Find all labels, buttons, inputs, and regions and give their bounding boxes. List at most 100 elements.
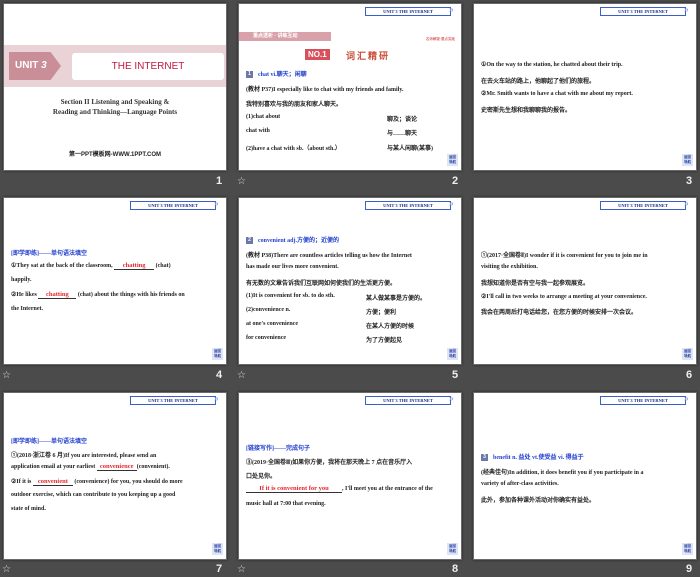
text-line: has made our lives more convenient. (246, 264, 339, 270)
phrase-meaning: 聊及；谈论 (387, 117, 418, 123)
section-bar-right: 名师解疑·要点突破 (425, 37, 455, 41)
back-to-nav-button[interactable]: 返回 导航 (682, 154, 693, 166)
phrase-meaning: 与……聊天 (387, 131, 418, 137)
exercise-line: music hall at 7:00 that evening. (246, 501, 326, 507)
answer-blank: convenient (32, 478, 73, 486)
number-badge: 1 (246, 71, 253, 79)
slide-thumbnail-5[interactable]: UNIT 3 THE INTERNET» 2 convenient adj.方便的… (238, 197, 462, 365)
section-bar: 重点透析 · 讲练互动 (239, 32, 331, 41)
word-entry: 3 benefit n. 益处 vt.使受益 vi. 得益于 (481, 452, 689, 462)
exercise-line: If it is convenient for you, I'll meet y… (246, 485, 454, 493)
back-to-nav-button[interactable]: 返回 导航 (447, 348, 458, 360)
text-line: 此外，参加各种课外活动对你确实有益处。 (481, 498, 596, 504)
slide-thumbnail-2[interactable]: UNIT 3 THE INTERNET» 重点透析 · 讲练互动 名师解疑·要点… (238, 3, 462, 171)
back-to-nav-button[interactable]: 返回 导航 (447, 543, 458, 555)
chevron-icon: » (214, 394, 219, 403)
exercise-line: ②He likes chatting (chat) about the thin… (11, 291, 185, 299)
slide-thumbnail-3[interactable]: UNIT 3 THE INTERNET» ①On the way to the … (473, 3, 697, 171)
back-to-nav-button[interactable]: 返回 导航 (212, 348, 223, 360)
word-entry: 2 convenient adj.方便的；近便的 (246, 235, 454, 245)
back-to-nav-button[interactable]: 返回 导航 (447, 154, 458, 166)
slide-number: 4 (216, 369, 223, 381)
unit-header-tag: UNIT 3 THE INTERNET (600, 396, 686, 405)
title-box: THE INTERNET (72, 53, 224, 80)
word-entry: 1 chat vi.聊天；闲聊 (246, 69, 454, 79)
footer-text: 第一PPT模板网-WWW.1PPT.COM (69, 152, 161, 158)
exercise-line: ②If it is convenient (convenience) for y… (11, 478, 183, 486)
text-line: 我特别喜欢与我的朋友和家人聊天。 (246, 102, 343, 108)
slide-number: 8 (452, 563, 459, 575)
answer-blank: If it is convenient for you (246, 485, 342, 493)
text-line: variety of after-class activities. (481, 481, 559, 487)
back-to-nav-button[interactable]: 返回 导航 (212, 543, 223, 555)
section-heading: 词汇精研 (346, 52, 391, 62)
unit-header-tag: UNIT 3 THE INTERNET (130, 396, 216, 405)
phrase: (1)It is convenient for sb. to do sth. (246, 293, 335, 299)
text-line: ①(2017·全国卷Ⅱ)I wonder if it is convenient… (481, 253, 648, 259)
chevron-icon: » (449, 199, 454, 208)
exercise-line: happily. (11, 277, 32, 283)
star-icon[interactable]: ☆ (237, 176, 246, 187)
slide-number: 9 (686, 563, 693, 575)
star-icon[interactable]: ☆ (237, 370, 246, 381)
phrase-meaning: 为了方便起见 (366, 338, 403, 344)
exercise-title: [即学即练]——单句语法填空 (11, 439, 87, 445)
phrase: at one's convenience (246, 321, 298, 327)
slide-thumbnail-8[interactable]: UNIT 3 THE INTERNET» [链接写作]——完成句子 ③(2019… (238, 392, 462, 560)
phrase-meaning: 某人做某事是方便的。 (366, 296, 427, 302)
unit-header-tag: UNIT 3 THE INTERNET (130, 201, 216, 210)
subtitle-line-1: Section II Listening and Speaking & (60, 98, 170, 106)
no-badge: NO.1 (305, 49, 330, 60)
slide-thumbnail-9[interactable]: UNIT 3 THE INTERNET» 3 benefit n. 益处 vt.使… (473, 392, 697, 560)
chevron-icon: » (684, 199, 689, 208)
phrase: for convenience (246, 335, 287, 341)
star-icon[interactable]: ☆ (2, 370, 11, 381)
exercise-line: state of mind. (11, 506, 46, 512)
text-line: (教材 P37)I especially like to chat with m… (246, 87, 404, 93)
exercise-line: the Internet. (11, 306, 43, 312)
unit-header-tag: UNIT 3 THE INTERNET (365, 7, 451, 16)
star-icon[interactable]: ☆ (237, 564, 246, 575)
number-badge: 2 (246, 237, 253, 245)
text-line: 有无数的文章告诉我们互联网如何使我们的生活更方便。 (246, 281, 397, 287)
slide-thumbnail-4[interactable]: UNIT 3 THE INTERNET» [即学即练]——单句语法填空 ①The… (3, 197, 227, 365)
text-line: (经典佳句)In addition, it does benefit you i… (481, 470, 644, 476)
phrase: (2)have a chat with sb.（about sth.） (246, 146, 341, 152)
slide-number: 3 (686, 175, 693, 187)
text-line: 我想知道你是否有空与我一起参观展览。 (481, 281, 590, 287)
answer-blank: convenience (96, 463, 137, 471)
slide-thumbnail-1[interactable]: UNIT 3 THE INTERNET Section II Listening… (3, 3, 227, 171)
chevron-icon: » (684, 394, 689, 403)
unit-header-tag: UNIT 3 THE INTERNET (365, 396, 451, 405)
exercise-title: [即学即练]——单句语法填空 (11, 251, 87, 257)
back-to-nav-button[interactable]: 返回 导航 (682, 543, 693, 555)
exercise-line: outdoor exercise, which can contribute t… (11, 492, 176, 498)
phrase: chat with (246, 128, 270, 134)
star-icon[interactable]: ☆ (2, 564, 11, 575)
slide-number: 2 (452, 175, 459, 187)
text-line: (教材 P38)There are countless articles tel… (246, 253, 412, 259)
unit-header-tag: UNIT 3 THE INTERNET (600, 7, 686, 16)
number-badge: 3 (481, 454, 488, 462)
phrase: (1)chat about (246, 114, 281, 120)
back-to-nav-button[interactable]: 返回 导航 (682, 348, 693, 360)
text-line: ②I'll call in two weeks to arrange a mee… (481, 294, 647, 300)
answer-blank: chatting (114, 262, 155, 270)
subtitle-line-2: Reading and Thinking—Language Points (52, 108, 178, 116)
exercise-title: [链接写作]——完成句子 (246, 446, 310, 452)
slide-thumbnail-7[interactable]: UNIT 3 THE INTERNET» [即学即练]——单句语法填空 ①(20… (3, 392, 227, 560)
slide-number: 5 (452, 369, 459, 381)
text-line: 史密斯先生想和我聊聊我的报告。 (481, 108, 572, 114)
text-line: visiting the exhibition. (481, 264, 538, 270)
phrase-meaning: 方便；便利 (366, 310, 397, 316)
slide-thumbnail-6[interactable]: UNIT 3 THE INTERNET» ①(2017·全国卷Ⅱ)I wonde… (473, 197, 697, 365)
chevron-icon: » (449, 5, 454, 14)
text-line: ②Mr. Smith wants to have a chat with me … (481, 91, 633, 97)
phrase-meaning: 与某人闲聊(某事) (387, 146, 433, 152)
exercise-line: 口处见你。 (246, 474, 277, 480)
unit-header-tag: UNIT 3 THE INTERNET (365, 201, 451, 210)
word-text: convenient adj.方便的；近便的 (258, 238, 340, 244)
chevron-icon: » (684, 5, 689, 14)
chevron-icon: » (449, 394, 454, 403)
unit-badge: UNIT 3 (9, 52, 61, 80)
